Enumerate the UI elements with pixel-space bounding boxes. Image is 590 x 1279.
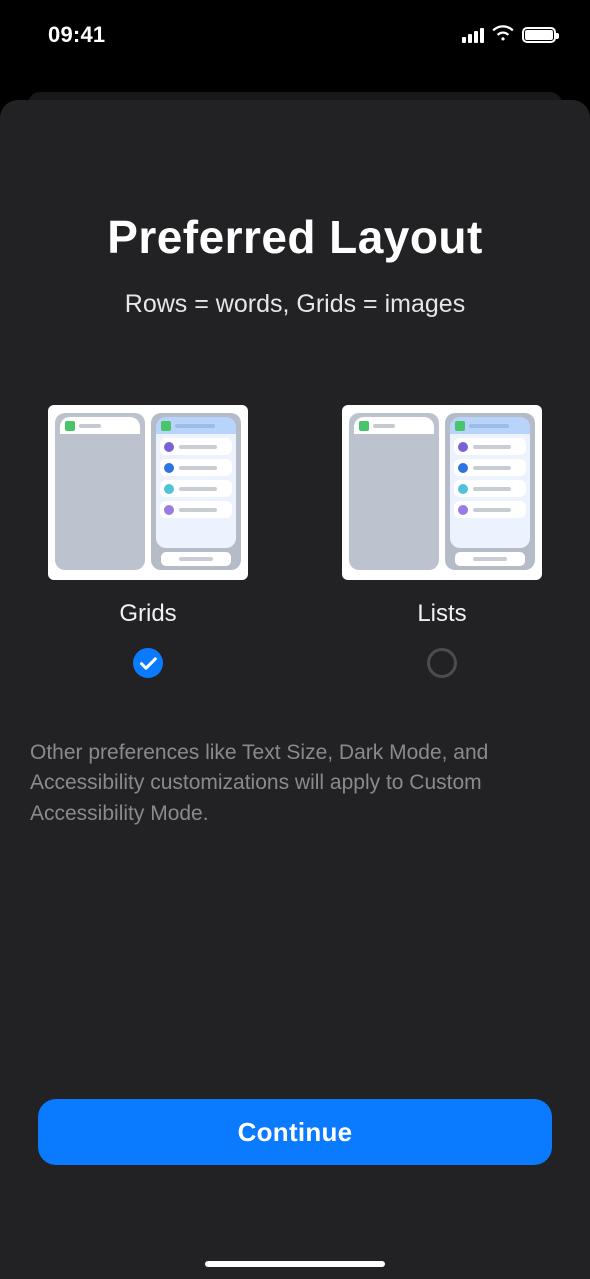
battery-icon [522,27,556,43]
option-lists-thumbnail [342,405,542,580]
home-indicator[interactable] [205,1261,385,1267]
option-label: Grids [119,600,176,628]
option-lists[interactable]: Lists [342,405,542,678]
status-bar: 09:41 [0,0,590,54]
status-time: 09:41 [48,22,105,48]
option-grids[interactable]: Grids [48,405,248,678]
wifi-icon [492,25,514,46]
radio-unselected-icon [427,648,457,678]
page-title: Preferred Layout [28,210,562,264]
continue-button[interactable]: Continue [38,1099,552,1165]
status-icons [462,25,556,46]
preferences-note: Other preferences like Text Size, Dark M… [28,738,562,829]
page-subtitle: Rows = words, Grids = images [28,290,562,319]
checkmark-icon [133,648,163,678]
cellular-signal-icon [462,27,484,43]
option-grids-thumbnail [48,405,248,580]
option-label: Lists [417,600,466,628]
preferred-layout-sheet: Preferred Layout Rows = words, Grids = i… [0,100,590,1279]
layout-options: Grids [28,405,562,678]
